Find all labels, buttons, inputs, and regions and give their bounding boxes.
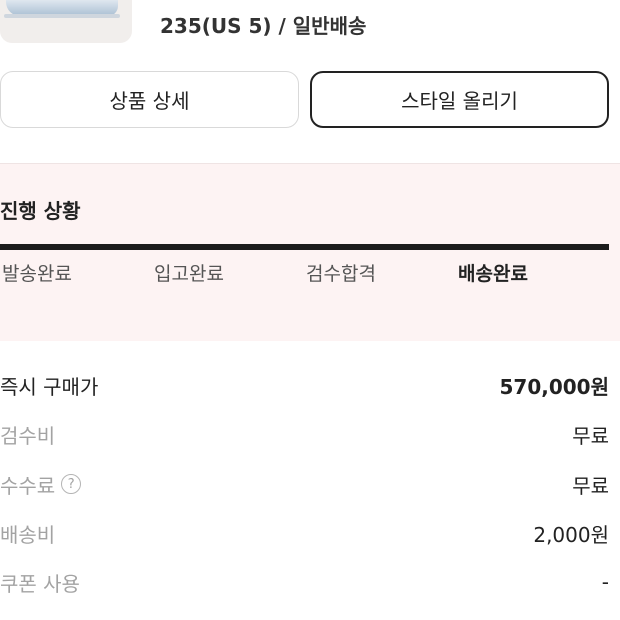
price-row-coupon: 쿠폰 사용 - bbox=[0, 566, 609, 598]
upload-style-button[interactable]: 스타일 올리기 bbox=[310, 71, 609, 128]
progress-bar bbox=[0, 244, 609, 250]
price-value: 무료 bbox=[572, 423, 609, 448]
upload-style-button-label: 스타일 올리기 bbox=[401, 89, 518, 113]
product-detail-button-label: 상품 상세 bbox=[109, 89, 190, 113]
product-thumbnail[interactable] bbox=[0, 0, 132, 43]
price-label: 즉시 구매가 bbox=[0, 374, 99, 399]
product-detail-button[interactable]: 상품 상세 bbox=[0, 71, 299, 128]
price-label: 쿠폰 사용 bbox=[0, 571, 80, 596]
price-row-shipping-fee: 배송비 2,000원 bbox=[0, 517, 609, 549]
price-row-instant-buy: 즉시 구매가 570,000원 bbox=[0, 369, 609, 401]
progress-title: 진행 상황 bbox=[0, 199, 81, 223]
price-value: - bbox=[601, 570, 609, 594]
question-circle-icon[interactable]: ? bbox=[61, 474, 82, 494]
price-label-group: 수수료 ? bbox=[0, 470, 82, 499]
price-label: 배송비 bbox=[0, 522, 56, 547]
price-row-inspection-fee: 검수비 무료 bbox=[0, 418, 609, 450]
price-label: 검수비 bbox=[0, 423, 56, 448]
price-value: 570,000원 bbox=[499, 374, 610, 399]
progress-step-inspection-passed: 검수합격 bbox=[306, 263, 376, 285]
price-value: 2,000원 bbox=[533, 522, 609, 547]
progress-step-shipped: 발송완료 bbox=[2, 263, 72, 285]
order-detail-page: 235(US 5) / 일반배송 상품 상세 스타일 올리기 진행 상황 발송완… bbox=[0, 0, 620, 620]
price-value: 무료 bbox=[572, 473, 609, 498]
price-row-commission: 수수료 ? 무료 bbox=[0, 468, 609, 500]
progress-step-received: 입고완료 bbox=[154, 263, 224, 285]
price-label: 수수료 bbox=[0, 473, 56, 498]
product-option-text: 235(US 5) / 일반배송 bbox=[160, 14, 367, 38]
sneaker-sole-image bbox=[4, 14, 120, 18]
progress-section: 진행 상황 발송완료 입고완료 검수합격 배송완료 bbox=[0, 163, 620, 341]
progress-step-delivered: 배송완료 bbox=[458, 263, 528, 285]
